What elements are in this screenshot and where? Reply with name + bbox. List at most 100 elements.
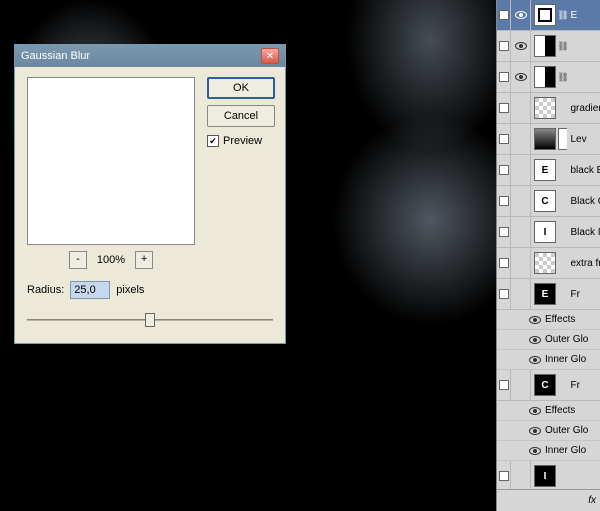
filter-preview[interactable] — [27, 77, 195, 245]
eye-icon — [515, 73, 527, 81]
layer-thumb[interactable] — [534, 252, 556, 274]
layer-row[interactable]: ⛓ICE — [497, 31, 600, 62]
radius-unit: pixels — [116, 284, 144, 296]
layer-row[interactable]: Eblack E — [497, 155, 600, 186]
layer-name[interactable]: Lev — [567, 134, 600, 145]
layer-name[interactable]: gradient — [567, 103, 600, 114]
visibility-toggle[interactable] — [511, 0, 531, 30]
layer-name[interactable]: E — [567, 10, 600, 21]
layer-row[interactable]: gradient — [497, 93, 600, 124]
layer-thumb[interactable]: I — [534, 221, 556, 243]
layer-row[interactable]: E Fr — [497, 279, 600, 310]
link-icon[interactable]: ⛓ — [558, 72, 567, 83]
effect-label: Inner Glo — [545, 445, 586, 456]
eye-icon[interactable] — [529, 407, 541, 415]
visibility-toggle[interactable] — [511, 217, 531, 247]
layer-checkbox[interactable] — [499, 196, 509, 206]
layer-checkbox[interactable] — [499, 10, 509, 20]
layer-thumb[interactable]: E — [534, 283, 556, 305]
layer-checkbox[interactable] — [499, 165, 509, 175]
layer-thumb[interactable]: I — [534, 465, 556, 487]
layer-checkbox[interactable] — [499, 134, 509, 144]
layer-thumb[interactable] — [534, 4, 556, 26]
layer-thumb[interactable]: C — [534, 374, 556, 396]
fx-label: fx — [588, 495, 596, 506]
layer-row[interactable]: I Black I — [497, 217, 600, 248]
cancel-button[interactable]: Cancel — [207, 105, 275, 127]
dialog-titlebar[interactable]: Gaussian Blur ✕ — [15, 45, 285, 67]
visibility-toggle[interactable] — [511, 93, 531, 123]
layer-row[interactable]: ⛓ICE — [497, 62, 600, 93]
zoom-out-button[interactable]: - — [69, 251, 87, 269]
layer-thumbnails — [531, 126, 567, 152]
layer-name[interactable]: Fr — [567, 380, 600, 391]
effect-item[interactable]: Outer Glo — [497, 421, 600, 441]
layer-row[interactable]: ⛓ICEE — [497, 0, 600, 31]
layer-checkbox[interactable] — [499, 41, 509, 51]
ok-button[interactable]: OK — [207, 77, 275, 99]
layer-row[interactable]: I — [497, 461, 600, 492]
layer-checkbox[interactable] — [499, 227, 509, 237]
visibility-toggle[interactable] — [511, 31, 531, 61]
layer-thumbnails — [531, 250, 567, 276]
eye-icon[interactable] — [529, 356, 541, 364]
layer-checkbox[interactable] — [499, 289, 509, 299]
layer-name[interactable]: Black C — [567, 196, 600, 207]
visibility-toggle[interactable] — [511, 279, 531, 309]
effect-item[interactable]: Inner Glo — [497, 350, 600, 370]
layer-checkbox[interactable] — [499, 380, 509, 390]
eye-icon[interactable] — [529, 447, 541, 455]
radius-input[interactable] — [70, 281, 110, 299]
layer-thumbnails: I — [531, 219, 567, 245]
layer-thumb[interactable] — [558, 128, 567, 150]
layer-thumbnails: E — [531, 281, 567, 307]
effect-item[interactable]: Outer Glo — [497, 330, 600, 350]
effect-label: Outer Glo — [545, 425, 588, 436]
layer-name[interactable]: Fr — [567, 289, 600, 300]
layer-name[interactable]: black E — [567, 165, 600, 176]
visibility-toggle[interactable] — [511, 155, 531, 185]
close-icon[interactable]: ✕ — [261, 48, 279, 64]
radius-slider[interactable] — [27, 311, 273, 329]
visibility-toggle[interactable] — [511, 461, 531, 491]
visibility-toggle[interactable] — [511, 62, 531, 92]
layer-thumb[interactable] — [534, 97, 556, 119]
eye-icon[interactable] — [529, 336, 541, 344]
layer-checkbox-col — [497, 248, 511, 278]
layer-checkbox-col — [497, 62, 511, 92]
layer-name[interactable]: Black I — [567, 227, 600, 238]
link-icon[interactable]: ⛓ — [558, 10, 567, 21]
layer-thumb[interactable] — [534, 128, 556, 150]
eye-icon[interactable] — [529, 427, 541, 435]
preview-checkbox[interactable]: ✔ — [207, 135, 219, 147]
visibility-toggle[interactable] — [511, 186, 531, 216]
slider-thumb[interactable] — [145, 313, 155, 327]
link-icon[interactable]: ⛓ — [558, 41, 567, 52]
zoom-in-button[interactable]: + — [135, 251, 153, 269]
layer-checkbox[interactable] — [499, 471, 509, 481]
layer-thumb[interactable] — [534, 66, 556, 88]
layers-panel[interactable]: ⛓ICEE⛓ICE⛓ICEgradientLevEblack ECBlack C… — [496, 0, 600, 511]
layer-row[interactable]: Lev — [497, 124, 600, 155]
layer-thumb[interactable]: C — [534, 190, 556, 212]
eye-icon[interactable] — [529, 316, 541, 324]
layers-panel-footer: fx — [497, 489, 600, 511]
layer-thumb[interactable]: E — [534, 159, 556, 181]
layer-row[interactable]: extra frosty — [497, 248, 600, 279]
visibility-toggle[interactable] — [511, 124, 531, 154]
layer-thumb[interactable] — [534, 35, 556, 57]
layer-checkbox[interactable] — [499, 258, 509, 268]
layer-checkbox[interactable] — [499, 72, 509, 82]
effects-header[interactable]: Effects — [497, 401, 600, 421]
layer-name[interactable]: extra frosty — [567, 258, 600, 269]
gaussian-blur-dialog: Gaussian Blur ✕ - 100% + OK Cancel ✔ Pre… — [14, 44, 286, 344]
visibility-toggle[interactable] — [511, 248, 531, 278]
layer-checkbox-col — [497, 186, 511, 216]
layer-checkbox[interactable] — [499, 103, 509, 113]
effect-item[interactable]: Inner Glo — [497, 441, 600, 461]
layer-row[interactable]: C Black C — [497, 186, 600, 217]
effects-header[interactable]: Effects — [497, 310, 600, 330]
visibility-toggle[interactable] — [511, 370, 531, 400]
layer-checkbox-col — [497, 279, 511, 309]
layer-row[interactable]: C Fr — [497, 370, 600, 401]
